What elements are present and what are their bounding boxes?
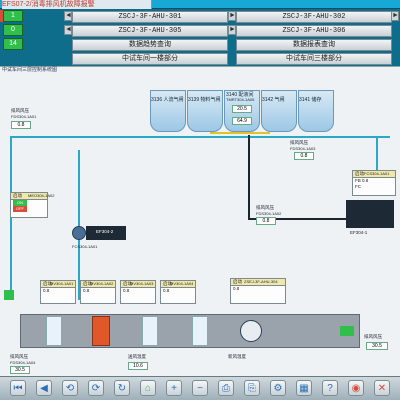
tank-sensor-value-1: 20.5 (232, 105, 252, 113)
valve-2-fb: 0.8 (83, 288, 90, 293)
nav-mid-arrow-2[interactable]: ► (228, 25, 236, 35)
right-control-tag: FCS304-1A01 (364, 171, 390, 176)
off-button[interactable]: OFF (13, 206, 27, 212)
tank-sensor-tag: TMRT304-1A05 (226, 97, 255, 102)
tank-3139-name: 物料气闸 (200, 97, 221, 103)
alarm-icon[interactable]: ◉ (348, 380, 364, 396)
fan-ef304-1[interactable] (346, 200, 394, 228)
report-query-button[interactable]: 数据报表查询 (236, 39, 392, 51)
supply-pipe-branch (78, 150, 80, 300)
nav-right-icon[interactable]: ⟳ (88, 380, 104, 396)
help-icon[interactable]: ? (322, 380, 338, 396)
panel-title: 中试车间三层控制系统图 (2, 67, 58, 73)
fan-ef304-2-tag: FCS304-1A01 (72, 244, 98, 249)
bottom-value-1: 30.5 (10, 366, 30, 374)
valve-2-tag: MV304-1A02 (90, 281, 114, 286)
save-icon[interactable]: ⎘ (244, 380, 260, 396)
filter-section-2[interactable] (142, 316, 158, 346)
bottom-label-2: FDS304-1A04 (10, 360, 36, 365)
bottom-right-value: 30.5 (366, 342, 388, 350)
left-control-tag: MEO304-1A02 (28, 193, 55, 198)
nav-ahu-302[interactable]: ZSCJ-3F-AHU-302 (236, 11, 392, 23)
nav-ahu-305[interactable]: ZSCJ-3F-AHU-305 (72, 25, 228, 37)
left-flow-tag: FDS304-1A01 (11, 114, 37, 119)
exhaust-pipe-vertical (248, 135, 250, 220)
tank-3136-name: 人流气闸 (163, 97, 184, 103)
tank-3142-code: 3142 (262, 97, 274, 103)
heater-section[interactable] (92, 316, 110, 346)
nav-left-arrow[interactable]: ◄ (64, 11, 72, 21)
zoom-in-icon[interactable]: + (166, 380, 182, 396)
outlet-arrow-icon (340, 326, 354, 336)
valve-4-fb: 0.8 (163, 288, 170, 293)
right-control-row-fc: FC (355, 184, 361, 189)
filter-section-1[interactable] (46, 316, 62, 346)
valve-3-fb: 0.8 (123, 288, 130, 293)
third-floor-button[interactable]: 中试车间三楼部分 (236, 53, 392, 65)
tank-3141-name: 储存 (311, 97, 322, 103)
status-value-3: 14 (3, 38, 23, 50)
valve-3-tag: MV304-1A03 (130, 281, 154, 286)
tank-3141-code: 3141 (299, 97, 311, 103)
fan-icon (72, 226, 86, 240)
nav-mid-arrow-1[interactable]: ► (228, 11, 236, 21)
tank-3142-name: 气闸 (274, 97, 285, 103)
yellow-pipe (210, 132, 270, 134)
tank-sensor-value-2: 64.9 (232, 117, 252, 125)
nav-left-arrow-2[interactable]: ◄ (64, 25, 72, 35)
right-sensor-value: 0.8 (294, 152, 314, 160)
nav-left-icon[interactable]: ⟲ (62, 380, 78, 396)
tank-3136-code: 3136 (151, 97, 163, 103)
bottom-label-3: 送风温度 (128, 354, 146, 359)
print-icon[interactable]: ⎙ (218, 380, 234, 396)
right-sensor-tag: FDS304-1A03 (290, 146, 316, 151)
left-flow-value: 0.8 (11, 121, 31, 129)
fan-ef304-2-name: EF304-2 (96, 229, 114, 234)
ahu-tag: ZSEJ-3F-AHU-304 (244, 279, 278, 284)
first-floor-button[interactable]: 中试车间一楼部分 (72, 53, 228, 65)
bottom-right-label: 排风风压 (364, 334, 382, 339)
mid-sensor-value: 0.8 (256, 217, 276, 225)
status-value-1: 1 (3, 10, 23, 22)
supply-fan-icon[interactable] (240, 320, 262, 342)
valve-4-tag: MV304-1A04 (170, 281, 194, 286)
status-value-2: 0 (3, 24, 23, 36)
zoom-out-icon[interactable]: − (192, 380, 208, 396)
supply-pipe-top (10, 136, 390, 138)
nav-ahu-306[interactable]: ZSCJ-3F-AHU-306 (236, 25, 392, 37)
right-control-row-fb: FB (355, 178, 361, 183)
filter-section-3[interactable] (192, 316, 208, 346)
valve-1-tag: MV304-1A01 (50, 281, 74, 286)
chart-icon[interactable]: ▦ (296, 380, 312, 396)
ahu-fb: 0.8 (233, 286, 240, 291)
bottom-value-2: 10.6 (128, 362, 148, 370)
air-handling-duct (20, 314, 360, 348)
fan-ef304-1-name: EF304-1 (350, 230, 368, 235)
bottom-label-4: 新风温度 (228, 354, 246, 359)
alarm-banner[interactable]: EFS07-2/消毒排风机故障报警 (2, 0, 152, 9)
tank-3139-code: 3139 (188, 97, 200, 103)
close-icon[interactable]: ✕ (374, 380, 390, 396)
prev-icon[interactable]: ⏮ (10, 380, 26, 396)
inlet-arrow-icon (4, 290, 14, 300)
back-icon[interactable]: ◀ (36, 380, 52, 396)
nav-ahu-301[interactable]: ZSCJ-3F-AHU-301 (72, 11, 228, 23)
refresh-icon[interactable]: ↻ (114, 380, 130, 396)
nav-right-arrow[interactable]: ► (391, 11, 399, 21)
home-icon[interactable]: ⌂ (140, 380, 156, 396)
valve-1-fb: 0.8 (43, 288, 50, 293)
settings-icon[interactable]: ⚙ (270, 380, 286, 396)
mid-sensor-tag: FDS304-1A02 (256, 211, 282, 216)
right-control-row-fb-value: 0.8 (362, 178, 369, 183)
trend-query-button[interactable]: 数据趋势查询 (72, 39, 228, 51)
